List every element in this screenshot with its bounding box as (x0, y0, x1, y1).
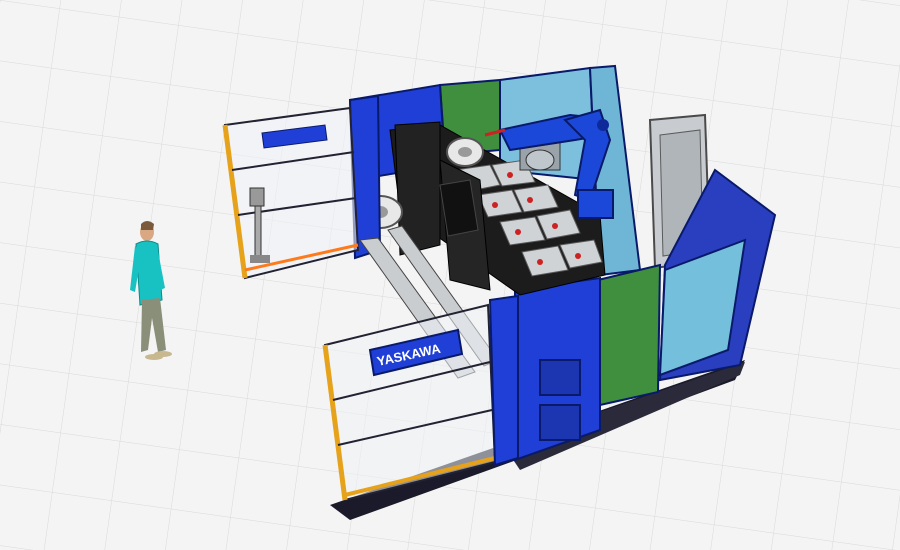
front-cabinet-panel-lower (539, 404, 581, 441)
robotic-welding-cell-scene: YASKAWA (0, 0, 900, 550)
positioner-right (446, 137, 484, 167)
front-blue-post (488, 294, 519, 467)
front-green-panel (596, 263, 662, 407)
left-gate (222, 106, 360, 280)
front-cabinet-panel-upper (539, 359, 581, 396)
